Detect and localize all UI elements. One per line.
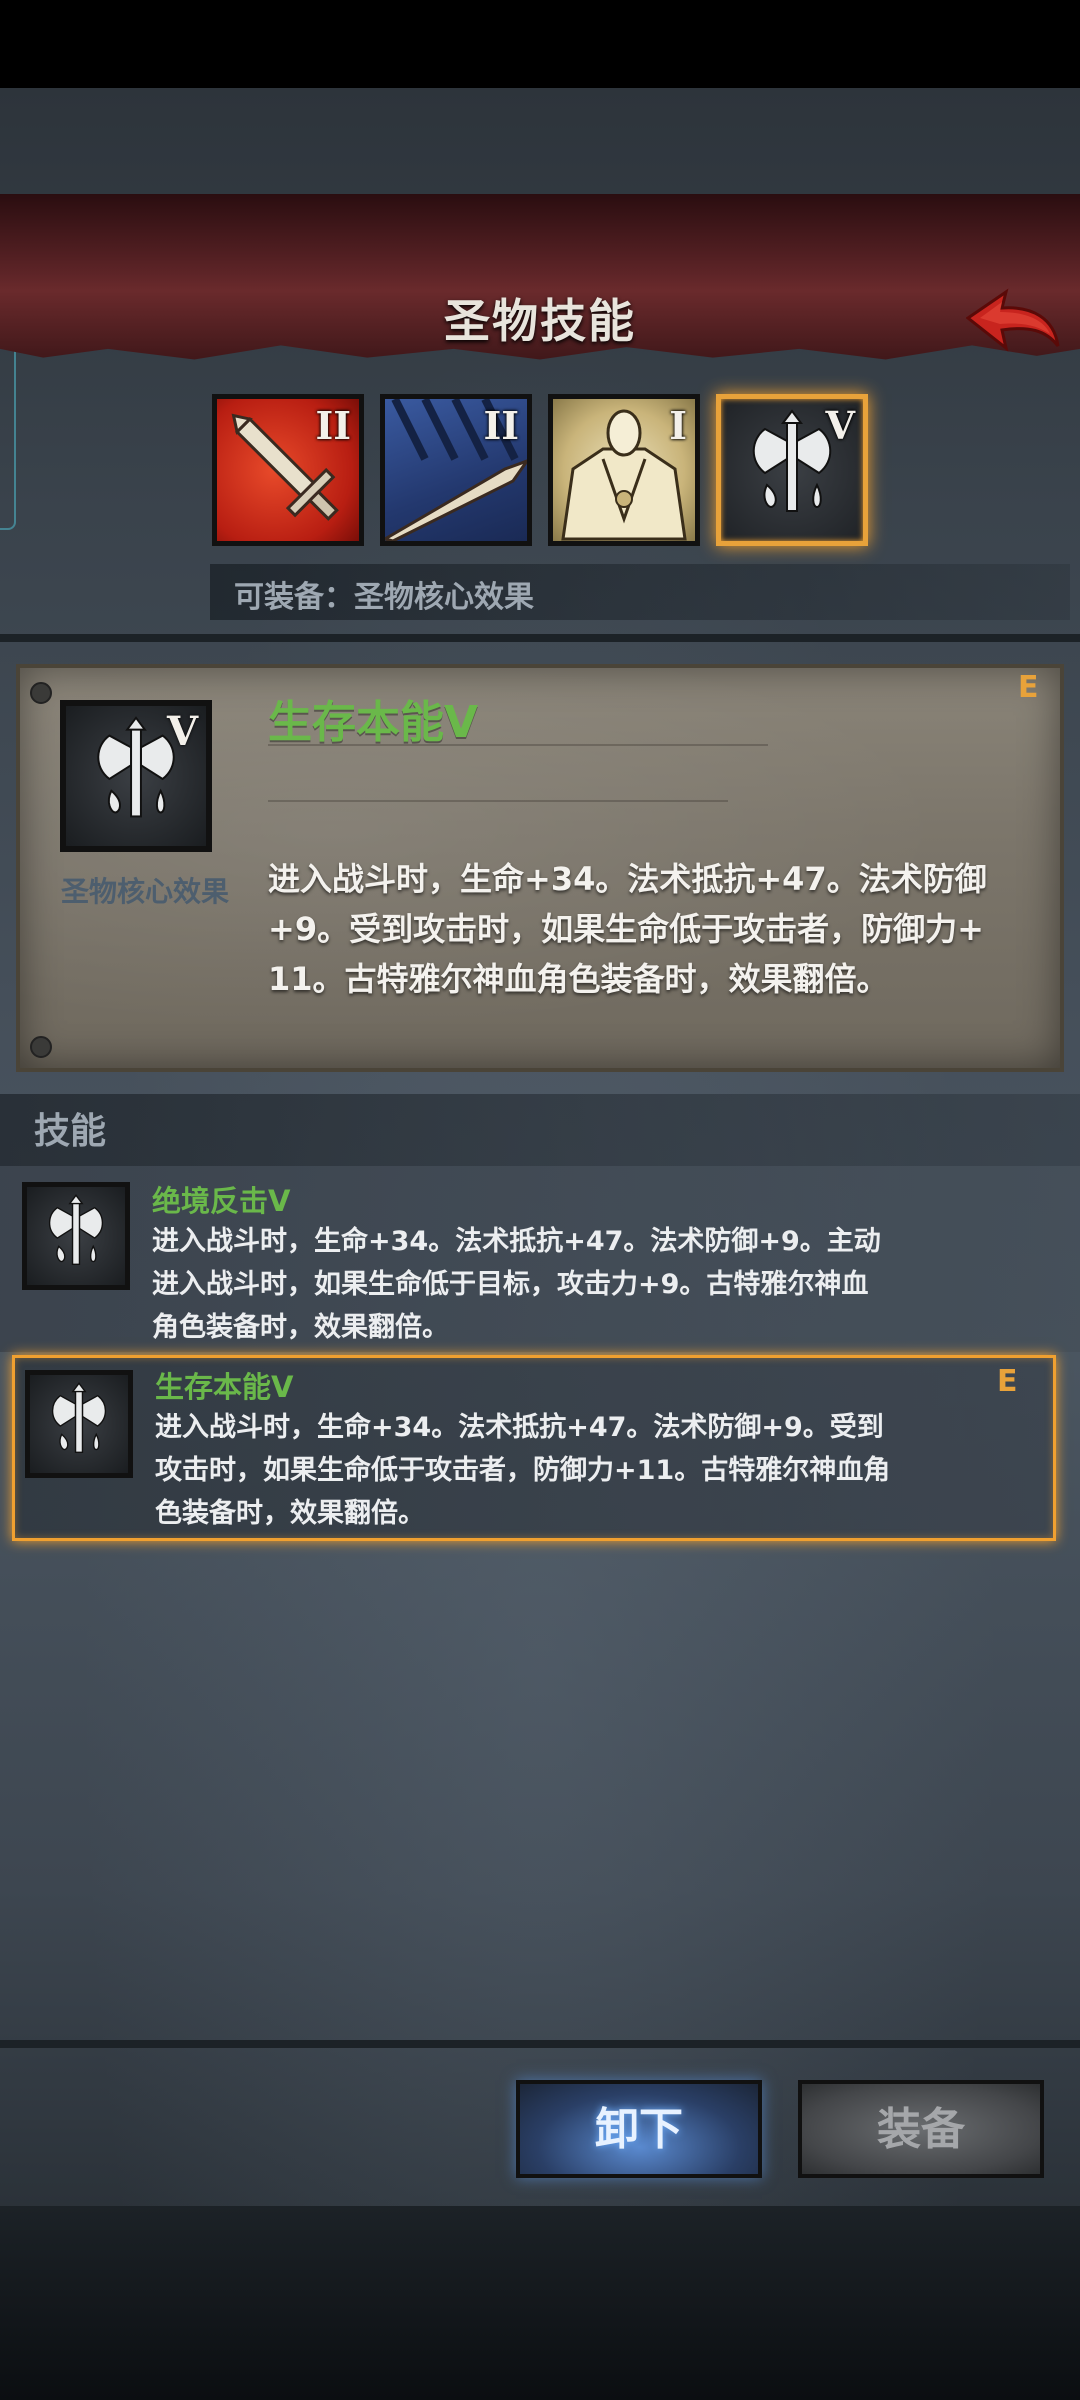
slot-level: II (315, 403, 351, 448)
skill-icon (25, 1370, 133, 1478)
divider (0, 634, 1080, 642)
slot-level: II (483, 403, 519, 448)
back-arrow-icon (965, 288, 1060, 352)
skill-list-item-selected[interactable]: 生存本能V 进入战斗时，生命+34。法术抵抗+47。法术防御+9。受到攻击时，如… (12, 1355, 1056, 1541)
slot-level: I (669, 403, 687, 448)
divider-line (268, 800, 728, 802)
slot-level: V (825, 403, 855, 448)
axe-blood-icon (48, 1194, 104, 1265)
axe-blood-icon (51, 1382, 107, 1453)
status-bar (0, 0, 1080, 88)
skill-icon (22, 1182, 130, 1290)
core-skill-description: 进入战斗时，生命+34。法术抵抗+47。法术防御+9。受到攻击时，如果生命低于攻… (268, 860, 987, 998)
back-button[interactable] (965, 288, 1062, 364)
relic-slot-axe-selected[interactable]: V (716, 394, 868, 546)
rivet (30, 682, 52, 704)
core-level: V (166, 708, 198, 755)
relic-slot-armor[interactable]: I (548, 394, 700, 546)
core-relic-icon: V (60, 700, 212, 852)
skill-name: 生存本能V (155, 1370, 294, 1404)
side-tab[interactable] (0, 336, 16, 530)
unequip-button[interactable]: 卸下 (516, 2080, 762, 2178)
equip-button[interactable]: 装备 (798, 2080, 1044, 2178)
rank-badge: E (997, 1364, 1018, 1399)
rivet (30, 1036, 52, 1058)
page-title: 圣物技能 (444, 294, 636, 348)
core-effect-label: 圣物核心效果 (60, 875, 229, 908)
equip-hint: 可装备：圣物核心效果 (234, 580, 534, 615)
skill-description: 进入战斗时，生命+34。法术抵抗+47。法术防御+9。受到攻击时，如果生命低于攻… (155, 1412, 891, 1529)
core-skill-name: 生存本能V (268, 697, 479, 748)
relic-slot-spear[interactable]: II (380, 394, 532, 546)
skills-header-bar (0, 1094, 1080, 1166)
skill-description: 进入战斗时，生命+34。法术抵抗+47。法术防御+9。主动进入战斗时，如果生命低… (152, 1226, 881, 1343)
rank-badge: E (1018, 670, 1039, 705)
skill-list-item[interactable]: 绝境反击V 进入战斗时，生命+34。法术抵抗+47。法术防御+9。主动进入战斗时… (0, 1166, 1080, 1352)
skills-section-title: 技能 (34, 1111, 107, 1152)
skill-name: 绝境反击V (152, 1184, 291, 1218)
divider-line (268, 744, 768, 746)
divider (0, 2040, 1080, 2048)
bottom-bar (0, 2206, 1080, 2400)
relic-slot-sword[interactable]: II (212, 394, 364, 546)
